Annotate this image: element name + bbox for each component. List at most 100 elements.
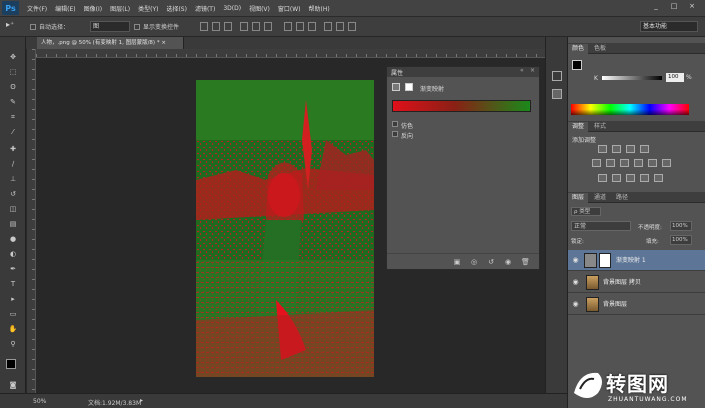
- gradient-map-icon[interactable]: [640, 174, 649, 182]
- lasso-tool-icon[interactable]: ʘ: [8, 83, 18, 92]
- menu-filter[interactable]: 滤镜(T): [195, 4, 215, 13]
- marquee-tool-icon[interactable]: ⬚: [8, 68, 18, 77]
- distribute-left-icon[interactable]: [324, 22, 332, 31]
- tab-adjustments[interactable]: 调整: [568, 122, 589, 132]
- hand-tool-icon[interactable]: ✋: [8, 325, 18, 334]
- threshold-icon[interactable]: [626, 174, 635, 182]
- stamp-tool-icon[interactable]: ⊥: [8, 175, 18, 184]
- distribute-right-icon[interactable]: [348, 22, 356, 31]
- eye-icon[interactable]: ◉: [571, 300, 580, 308]
- tab-color[interactable]: 颜色: [568, 44, 589, 54]
- layer-row[interactable]: ◉ 渐变映射 1: [568, 250, 705, 271]
- brush-tool-icon[interactable]: ∕: [8, 160, 18, 169]
- menu-layer[interactable]: 图层(L): [110, 4, 130, 13]
- layer-row[interactable]: ◉ 背景图层 拷贝: [568, 272, 705, 293]
- foreground-color-swatch[interactable]: [6, 359, 16, 369]
- healing-tool-icon[interactable]: ✚: [8, 145, 18, 154]
- curves-icon[interactable]: [626, 145, 635, 153]
- close-button[interactable]: ×: [686, 2, 698, 13]
- maximize-button[interactable]: □: [668, 2, 680, 13]
- align-hcenter-icon[interactable]: [252, 22, 260, 31]
- view-previous-icon[interactable]: ◎: [470, 258, 478, 266]
- color-balance-icon[interactable]: [620, 159, 629, 167]
- foreground-color-swatch[interactable]: [572, 60, 582, 70]
- align-top-icon[interactable]: [200, 22, 208, 31]
- quick-mask-icon[interactable]: ◙: [8, 381, 18, 390]
- gradient-picker[interactable]: [392, 100, 531, 112]
- k-value-input[interactable]: 100: [666, 73, 684, 82]
- clip-to-layer-icon[interactable]: ▣: [453, 258, 461, 266]
- move-tool-icon[interactable]: ✥: [8, 53, 18, 62]
- menu-image[interactable]: 图像(I): [84, 4, 102, 13]
- path-select-tool-icon[interactable]: ▸: [8, 295, 18, 304]
- vibrance-icon[interactable]: [592, 159, 601, 167]
- channel-mixer-icon[interactable]: [662, 159, 671, 167]
- reset-icon[interactable]: ↺: [487, 258, 495, 266]
- distribute-top-icon[interactable]: [284, 22, 292, 31]
- menu-select[interactable]: 选择(S): [166, 4, 187, 13]
- tab-styles[interactable]: 样式: [590, 122, 610, 132]
- selective-color-icon[interactable]: [654, 174, 663, 182]
- properties-panel-icon[interactable]: [552, 89, 562, 99]
- type-tool-icon[interactable]: T: [8, 280, 18, 289]
- blur-tool-icon[interactable]: ●: [8, 235, 18, 244]
- align-bottom-icon[interactable]: [224, 22, 232, 31]
- history-brush-icon[interactable]: ↺: [8, 190, 18, 199]
- color-spectrum[interactable]: [571, 104, 689, 115]
- dither-checkbox[interactable]: [392, 121, 398, 127]
- layer-mask-thumbnail[interactable]: [599, 253, 611, 268]
- opacity-input[interactable]: 100%: [670, 221, 692, 231]
- eyedropper-tool-icon[interactable]: ⁄: [8, 128, 18, 137]
- menu-window[interactable]: 窗口(W): [278, 4, 301, 13]
- minimize-button[interactable]: _: [650, 2, 662, 13]
- menu-type[interactable]: 类型(Y): [138, 4, 158, 13]
- exposure-icon[interactable]: [640, 145, 649, 153]
- fill-input[interactable]: 100%: [670, 235, 692, 245]
- brightness-icon[interactable]: [598, 145, 607, 153]
- quick-select-tool-icon[interactable]: ✎: [8, 98, 18, 107]
- tab-paths[interactable]: 路径: [612, 193, 632, 203]
- align-vcenter-icon[interactable]: [212, 22, 220, 31]
- history-panel-icon[interactable]: [552, 71, 562, 81]
- distribute-vcenter-icon[interactable]: [296, 22, 304, 31]
- photo-filter-icon[interactable]: [648, 159, 657, 167]
- dodge-tool-icon[interactable]: ◐: [8, 250, 18, 259]
- crop-tool-icon[interactable]: ⌗: [8, 113, 18, 122]
- align-right-icon[interactable]: [264, 22, 272, 31]
- gradient-tool-icon[interactable]: ▤: [8, 220, 18, 229]
- k-slider[interactable]: [602, 76, 662, 80]
- pen-tool-icon[interactable]: ✒: [8, 265, 18, 274]
- menu-3d[interactable]: 3D(D): [223, 5, 241, 12]
- tab-swatches[interactable]: 色板: [590, 44, 610, 54]
- auto-select-dropdown[interactable]: 图: [90, 21, 130, 32]
- move-tool-icon[interactable]: ▸⁺: [6, 20, 14, 29]
- status-arrow-icon[interactable]: ▸: [140, 397, 143, 404]
- black-white-icon[interactable]: [634, 159, 643, 167]
- hue-saturation-icon[interactable]: [606, 159, 615, 167]
- visibility-icon[interactable]: ◉: [504, 258, 512, 266]
- distribute-bottom-icon[interactable]: [308, 22, 316, 31]
- panel-collapse-icon[interactable]: «: [520, 67, 524, 74]
- document-tab[interactable]: 人物，.png @ 50% (有变映射 1, 图层蒙版/8) * ×: [37, 37, 184, 49]
- menu-edit[interactable]: 编辑(E): [55, 4, 75, 13]
- delete-icon[interactable]: 🗑: [521, 258, 530, 266]
- layer-row[interactable]: ◉ 背景图层: [568, 294, 705, 315]
- show-transform-checkbox[interactable]: [134, 24, 140, 30]
- align-left-icon[interactable]: [240, 22, 248, 31]
- panel-close-icon[interactable]: ×: [530, 67, 535, 74]
- shape-tool-icon[interactable]: ▭: [8, 310, 18, 319]
- layer-filter-dropdown[interactable]: ρ 类型: [571, 207, 601, 216]
- auto-select-checkbox[interactable]: [30, 24, 36, 30]
- menu-help[interactable]: 帮助(H): [309, 4, 330, 13]
- document-image[interactable]: [196, 80, 374, 377]
- eraser-tool-icon[interactable]: ◫: [8, 205, 18, 214]
- zoom-level[interactable]: 50%: [33, 398, 46, 405]
- posterize-icon[interactable]: [612, 174, 621, 182]
- menu-file[interactable]: 文件(F): [27, 4, 47, 13]
- zoom-tool-icon[interactable]: ⚲: [8, 340, 18, 349]
- tab-layers[interactable]: 图层: [568, 193, 589, 203]
- levels-icon[interactable]: [612, 145, 621, 153]
- menu-view[interactable]: 视图(V): [249, 4, 270, 13]
- eye-icon[interactable]: ◉: [571, 256, 580, 264]
- blend-mode-dropdown[interactable]: 正常: [571, 221, 631, 231]
